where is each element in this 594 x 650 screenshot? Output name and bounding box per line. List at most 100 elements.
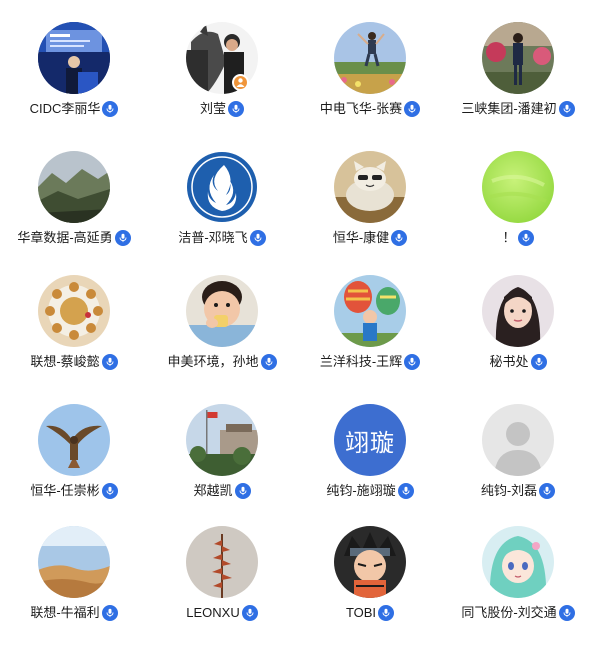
participant-name: 纯钧-刘磊 [480,483,538,498]
avatar-text: 翊璇 [345,428,395,457]
participant-tile[interactable]: 华章数据-高延勇 [0,151,148,271]
participant-name: 恒华-康健 [332,230,390,245]
host-person-icon [232,74,249,91]
participant-tile[interactable]: 兰洋科技-王辉 [296,275,444,395]
microphone-icon[interactable] [530,354,547,370]
meeting-participant-grid: CIDC李丽华 刘莹 中电飞华-张赛 三峡集团-潘建初 华章数据-高延勇 洁普-… [0,0,594,650]
microphone-icon[interactable] [558,605,575,621]
participant-name-row: 刘莹 [148,100,296,118]
participant-name: CIDC李丽华 [29,101,101,116]
participant-name-row: 三峡集团-潘建初 [444,100,592,118]
participant-tile[interactable]: 翊璇 纯钧-施翊璇 [296,404,444,524]
participant-name: 同飞股份-刘交通 [461,605,557,620]
microphone-icon[interactable] [114,230,131,246]
participant-name: 恒华-任崇彬 [30,483,100,498]
participant-name-row: 郑越凯 [148,482,296,500]
participant-name-row: 兰洋科技-王辉 [296,353,444,371]
child-eating-photo-icon [186,275,258,347]
participant-name-row: 同飞股份-刘交通 [444,604,592,622]
microphone-icon[interactable] [228,101,244,117]
desert-landscape-photo-icon [38,526,110,598]
participant-name-row: CIDC李丽华 [0,100,148,118]
child-hot-air-balloon-photo-icon [334,275,406,347]
participant-name: 刘莹 [199,101,226,116]
participant-name-row: 华章数据-高延勇 [0,229,148,247]
participant-name-row: 纯钧-施翊璇 [296,482,444,500]
participant-name-row: 申美环境，孙地 [148,353,296,371]
participant-name-row: ！ [444,229,592,247]
microphone-icon[interactable] [249,230,266,246]
person-standing-garden-photo-icon [482,22,554,94]
default-person-silhouette-icon [482,404,554,476]
participant-tile[interactable]: 恒华-任崇彬 [0,404,148,524]
microphone-icon[interactable] [101,483,118,499]
participant-tile[interactable]: 洁普-邓晓飞 [148,151,296,271]
participant-tile[interactable]: LEONXU [148,526,296,646]
microphone-icon[interactable] [102,101,119,117]
participant-name-row: TOBI [296,604,444,622]
microphone-icon[interactable] [101,605,118,621]
eagle-flying-photo-icon [38,404,110,476]
woman-portrait-photo-icon [482,275,554,347]
microphone-icon[interactable] [378,605,395,621]
participant-name: TOBI [345,605,377,620]
mountain-valley-photo-icon [38,151,110,223]
anime-girl-photo-icon [482,526,554,598]
participant-name-row: 纯钧-刘磊 [444,482,592,500]
microphone-icon[interactable] [241,605,258,621]
participant-tile[interactable]: 刘莹 [148,22,296,142]
participant-tile[interactable]: 纯钧-刘磊 [444,404,592,524]
participant-name-row: 联想-牛福利 [0,604,148,622]
participant-tile[interactable]: 郑越凯 [148,404,296,524]
participant-tile[interactable]: CIDC李丽华 [0,22,148,142]
microphone-icon[interactable] [397,483,414,499]
cake-ring-photo-icon [38,275,110,347]
participant-tile[interactable]: 申美环境，孙地 [148,275,296,395]
participant-tile[interactable]: 三峡集团-潘建初 [444,22,592,142]
participant-tile[interactable]: 中电飞华-张赛 [296,22,444,142]
participant-name-row: 中电飞华-张赛 [296,100,444,118]
participant-tile[interactable]: 恒华-康健 [296,151,444,271]
participant-name: 申美环境，孙地 [167,354,259,369]
plant-stalk-photo-icon [186,526,258,598]
participant-tile[interactable]: 联想-蔡峻懿 [0,275,148,395]
participant-tile[interactable]: 同飞股份-刘交通 [444,526,592,646]
participant-tile[interactable]: 秘书处 [444,275,592,395]
cat-cartoon-photo-icon [334,151,406,223]
anime-ninja-photo-icon [334,526,406,598]
participant-name: 兰洋科技-王辉 [319,354,403,369]
microphone-icon[interactable] [101,354,118,370]
person-jumping-landscape-photo-icon [334,22,406,94]
participant-name: 郑越凯 [193,483,233,498]
microphone-icon[interactable] [558,101,575,117]
participant-name: 联想-蔡峻懿 [30,354,100,369]
participant-tile[interactable]: TOBI [296,526,444,646]
participant-tile[interactable]: 联想-牛福利 [0,526,148,646]
participant-name-row: 恒华-康健 [296,229,444,247]
participant-name: 秘书处 [489,354,529,369]
microphone-icon[interactable] [539,483,556,499]
microphone-icon[interactable] [391,230,408,246]
flame-logo-icon [186,151,258,223]
microphone-icon[interactable] [260,354,277,370]
participant-name-row: 洁普-邓晓飞 [148,229,296,247]
participant-name: 洁普-邓晓飞 [178,230,248,245]
text-avatar-icon: 翊璇 [334,404,406,476]
participant-name: LEONXU [186,605,240,620]
microphone-icon[interactable] [404,354,421,370]
microphone-icon[interactable] [404,101,421,117]
participant-name: ！ [502,230,516,245]
square-flagpole-photo-icon [186,404,258,476]
participant-name: 三峡集团-潘建初 [461,101,557,116]
participant-name-row: LEONXU [148,604,296,622]
participant-name-row: 恒华-任崇彬 [0,482,148,500]
participant-name: 中电飞华-张赛 [319,101,403,116]
microphone-icon[interactable] [234,483,251,499]
participant-name: 华章数据-高延勇 [17,230,113,245]
microphone-icon[interactable] [517,230,534,246]
participant-name-row: 联想-蔡峻懿 [0,353,148,371]
participant-tile[interactable]: ！ [444,151,592,271]
participant-name: 联想-牛福利 [30,605,100,620]
conference-stage-photo-icon [38,22,110,94]
participant-name-row: 秘书处 [444,353,592,371]
